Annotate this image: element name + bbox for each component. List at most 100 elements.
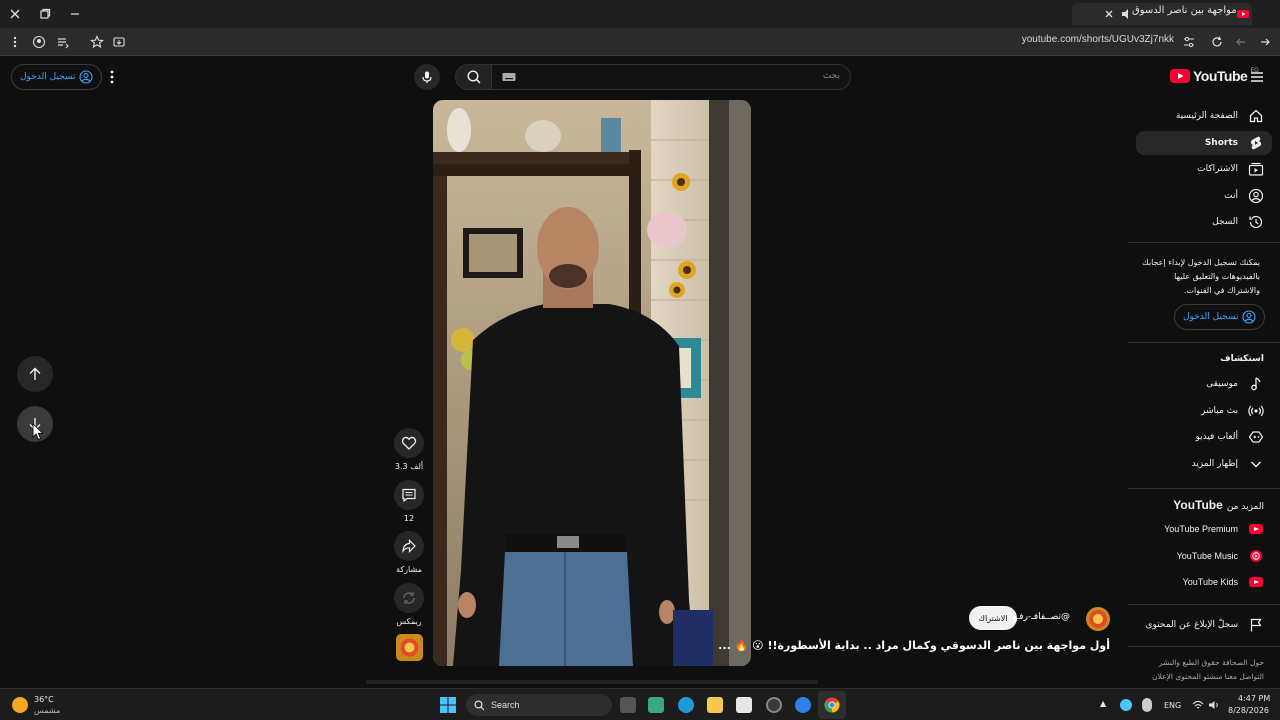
copilot-icon[interactable] — [648, 697, 664, 713]
volume-icon[interactable] — [1208, 699, 1220, 711]
sidebar-signin-button[interactable]: تسجيل الدخول — [1174, 304, 1266, 330]
sidebar-item-youtube-kids[interactable]: YouTube Kids — [1136, 570, 1272, 594]
voice-search-button[interactable] — [414, 64, 440, 90]
wifi-icon[interactable] — [1192, 699, 1204, 711]
search-button[interactable] — [455, 64, 492, 90]
footer-links-2[interactable]: التواصل معنا منشئو المحتوى الإعلان — [1152, 672, 1264, 681]
sidebar-item-shorts[interactable]: Shorts — [1136, 131, 1272, 155]
remix-label: ريمكس — [396, 617, 422, 626]
tray-overflow-icon[interactable]: ▲ — [1100, 699, 1106, 708]
tab-title: أول مواجهة بين ناصر الدسوق — [1132, 5, 1240, 16]
sidebar-item-subscriptions[interactable]: الاشتراكات — [1136, 157, 1272, 181]
sidebar-item-label: إظهار المزيد — [1191, 459, 1238, 469]
address-url[interactable]: youtube.com/shorts/UGUv3Zj7nkk — [1022, 34, 1174, 45]
share-action[interactable]: مشاركة — [394, 531, 424, 574]
sidebar-item-show-more[interactable]: إظهار المزيد — [1136, 452, 1272, 476]
channel-avatar[interactable] — [1086, 607, 1110, 631]
browser-app-icon[interactable] — [795, 697, 811, 713]
site-settings-icon[interactable] — [1182, 35, 1196, 49]
youtube-logo[interactable]: YouTube EG — [1170, 67, 1259, 84]
comments-action[interactable]: 12 — [394, 480, 424, 523]
sidebar-item-label: YouTube Premium — [1164, 524, 1238, 534]
arrow-up-icon — [27, 366, 43, 382]
more-title-prefix: المزيد من — [1226, 502, 1264, 512]
explore-section-title: استكشاف — [1220, 354, 1264, 364]
chrome-taskbar-button[interactable] — [818, 691, 846, 719]
header-signin-button[interactable]: تسجيل الدخول — [11, 64, 103, 90]
file-explorer-icon[interactable] — [707, 697, 723, 713]
tab-close-icon[interactable] — [1102, 7, 1116, 21]
channel-handle[interactable]: @تصــفافـ-رفـع — [1012, 612, 1070, 622]
edge-icon[interactable] — [678, 697, 694, 713]
app-icon[interactable] — [766, 697, 782, 713]
sidebar-item-label: الاشتراكات — [1197, 164, 1238, 174]
clock-date[interactable]: 8/28/2026 — [1228, 706, 1269, 715]
youtube-favicon-icon — [1236, 7, 1250, 21]
you-icon — [1248, 188, 1264, 204]
like-count: 3.3 ألف — [394, 462, 424, 471]
search-input[interactable]: بحث — [491, 64, 851, 90]
account-circle-icon — [79, 70, 94, 84]
hamburger-menu-icon[interactable] — [1250, 70, 1264, 84]
live-icon — [1248, 403, 1264, 419]
weather-temp[interactable]: 36°C — [34, 695, 54, 704]
browser-address-bar: youtube.com/shorts/UGUv3Zj7nkk — [0, 28, 1280, 56]
sidebar-item-youtube-music[interactable]: YouTube Music — [1136, 544, 1272, 568]
youtube-logo-icon — [1170, 69, 1190, 83]
subscriptions-icon — [1248, 161, 1264, 177]
task-view-icon[interactable] — [620, 697, 636, 713]
remix-button[interactable] — [394, 583, 424, 613]
keyboard-icon[interactable] — [502, 72, 516, 82]
sidebar-item-label: ألعاب فيديو — [1195, 432, 1238, 442]
short-video-player[interactable] — [433, 100, 751, 666]
microphone-tray-icon[interactable] — [1142, 698, 1152, 712]
sidebar-item-home[interactable]: الصفحة الرئيسية — [1136, 104, 1272, 128]
mouse-cursor-icon — [32, 423, 44, 441]
video-frame-illustration — [433, 100, 751, 666]
more-title-brand: YouTube — [1173, 498, 1223, 512]
restore-window-icon[interactable] — [38, 7, 52, 21]
settings-menu-icon[interactable] — [106, 69, 118, 85]
install-app-icon[interactable] — [112, 35, 126, 49]
taskbar-search[interactable]: Search — [466, 694, 612, 716]
like-action[interactable]: 3.3 ألف — [394, 428, 424, 471]
minimize-window-icon[interactable] — [68, 7, 82, 21]
short-title[interactable]: أول مواجهة بين ناصر الدسوقي وكمال مراد .… — [718, 639, 1110, 652]
back-icon[interactable] — [1258, 35, 1272, 49]
reading-list-icon[interactable] — [56, 35, 70, 49]
youtube-premium-icon — [1248, 521, 1264, 537]
clock-time[interactable]: 4:47 PM — [1238, 694, 1270, 703]
sidebar-item-you[interactable]: أنت — [1136, 184, 1272, 208]
like-button[interactable] — [394, 428, 424, 458]
sidebar-item-gaming[interactable]: ألعاب فيديو — [1136, 425, 1272, 449]
sidebar-item-history[interactable]: السجل — [1136, 210, 1272, 234]
reload-icon[interactable] — [1210, 35, 1224, 49]
search-placeholder: بحث — [822, 71, 840, 81]
comments-button[interactable] — [394, 480, 424, 510]
account-circle-icon — [1242, 310, 1257, 324]
sound-thumbnail[interactable] — [396, 634, 423, 661]
remix-action[interactable]: ريمكس — [394, 583, 424, 626]
language-indicator[interactable]: ENG — [1164, 701, 1181, 710]
forward-icon[interactable] — [1234, 35, 1248, 49]
start-windows-icon[interactable] — [440, 697, 456, 713]
sidebar-item-youtube-premium[interactable]: YouTube Premium — [1136, 517, 1272, 541]
shorts-icon — [1248, 135, 1264, 151]
share-button[interactable] — [394, 531, 424, 561]
progress-track[interactable] — [366, 680, 818, 684]
browser-menu-icon[interactable] — [8, 35, 22, 49]
weather-sun-icon[interactable] — [12, 697, 28, 713]
sidebar-item-live[interactable]: بث مباشر — [1136, 399, 1272, 423]
store-icon[interactable] — [736, 697, 752, 713]
comment-count: 12 — [403, 514, 415, 523]
profile-icon[interactable] — [32, 35, 46, 49]
sidebar-item-report-history[interactable]: سجلّ الإبلاغ عن المحتوى — [1136, 613, 1272, 637]
sidebar-item-label: سجلّ الإبلاغ عن المحتوى — [1145, 620, 1238, 630]
sidebar-item-music[interactable]: موسيقى — [1136, 372, 1272, 396]
onedrive-icon[interactable] — [1120, 699, 1132, 711]
previous-short-button[interactable] — [17, 356, 53, 392]
close-window-icon[interactable] — [8, 7, 22, 21]
footer-links-1[interactable]: حول الصحافة حقوق الطبع والنشر — [1159, 658, 1264, 667]
subscribe-button[interactable]: الاشتراك — [969, 606, 1017, 630]
bookmark-star-icon[interactable] — [90, 35, 104, 49]
